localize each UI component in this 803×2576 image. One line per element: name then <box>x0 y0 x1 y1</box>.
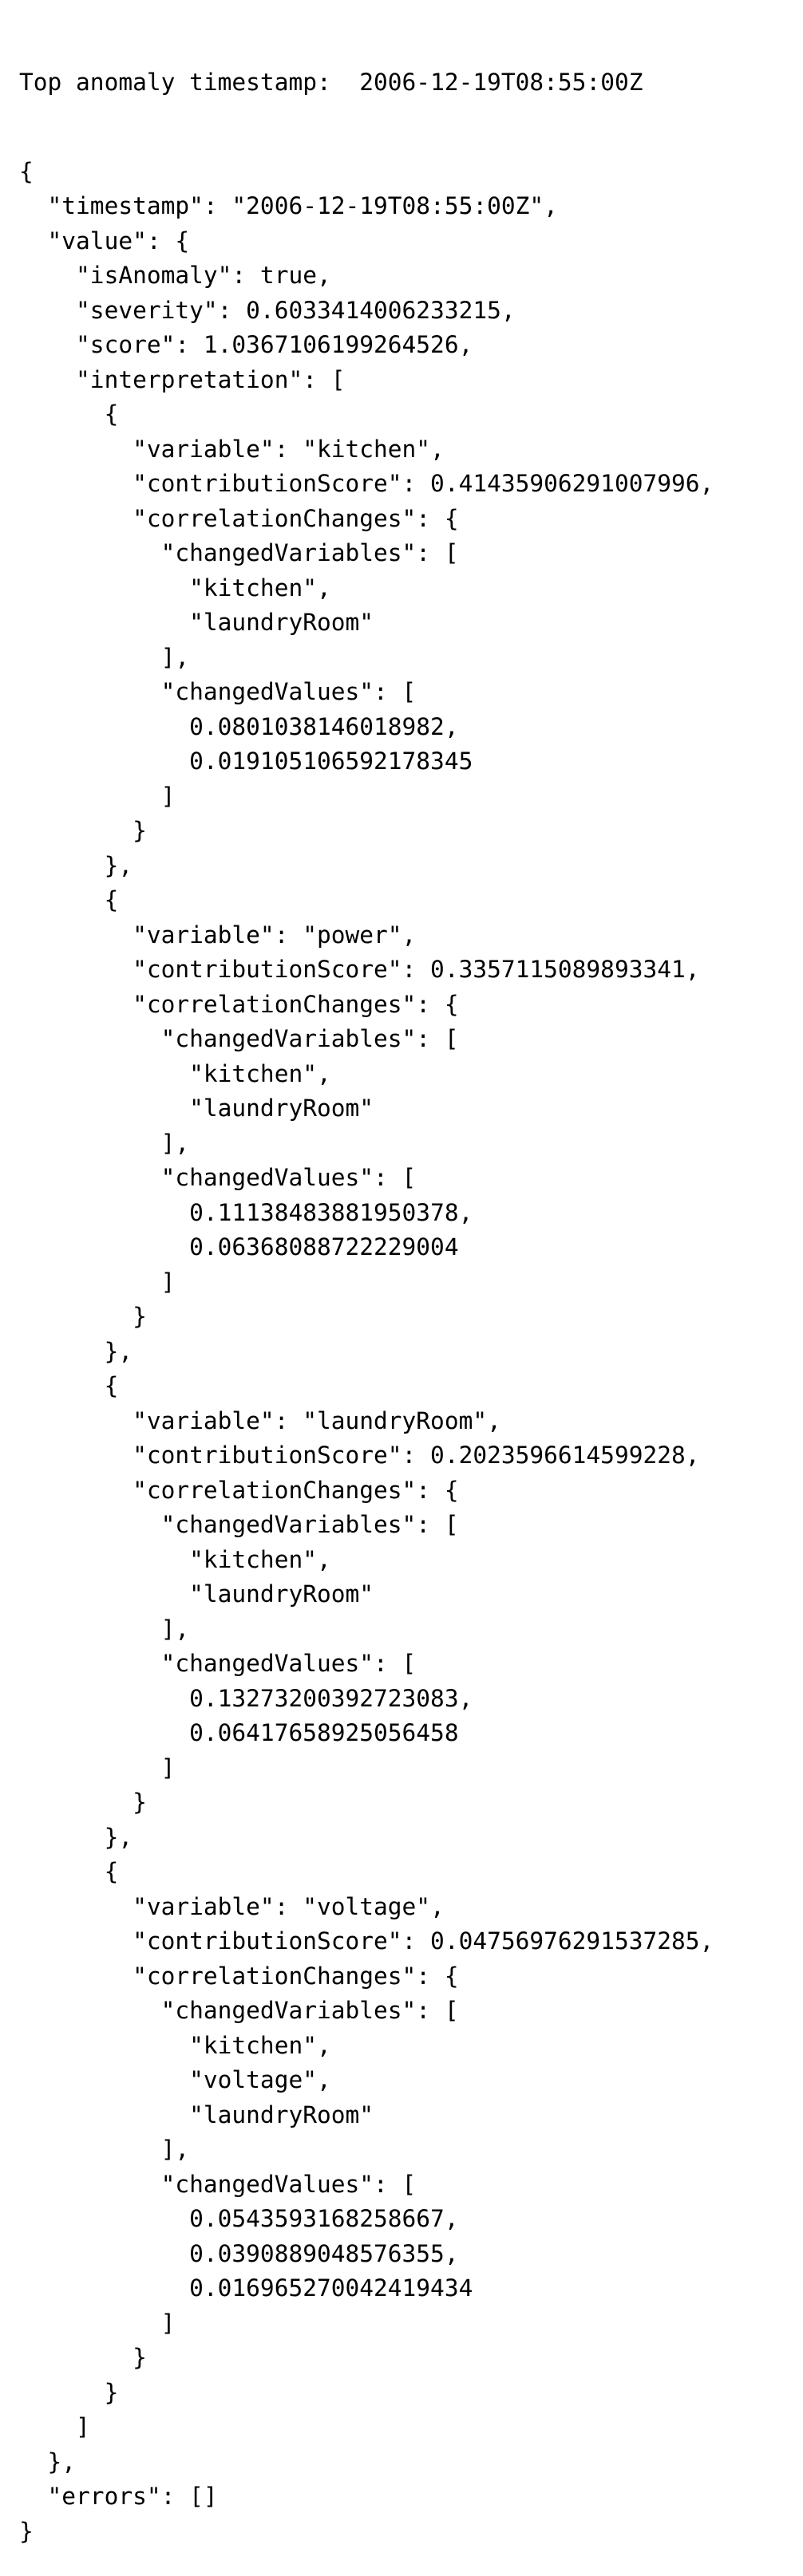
json-output-line: "contributionScore": 0.04756976291537285… <box>19 1927 714 1955</box>
json-output-line: "laundryRoom" <box>19 609 374 636</box>
json-output-line: } <box>19 1303 147 1330</box>
json-output-line: } <box>19 2517 34 2545</box>
json-output-line: "contributionScore": 0.3357115089893341, <box>19 956 700 983</box>
anomaly-header-label: Top anomaly timestamp: <box>19 69 331 96</box>
json-output-line: "changedValues": [ <box>19 1164 417 1191</box>
json-output-line: { <box>19 1858 119 1885</box>
json-output-line: "changedVariables": [ <box>19 1997 459 2024</box>
json-output-line: "changedVariables": [ <box>19 539 459 566</box>
json-output-line: } <box>19 2344 147 2371</box>
json-output-line: "correlationChanges": { <box>19 1476 459 1504</box>
json-output-line: ] <box>19 2413 90 2440</box>
json-output-line: ], <box>19 2136 190 2163</box>
json-output-line: }, <box>19 851 133 879</box>
json-output-line: "changedVariables": [ <box>19 1511 459 1538</box>
anomaly-header-timestamp: 2006-12-19T08:55:00Z <box>359 69 643 96</box>
json-output-line: "changedValues": [ <box>19 2170 417 2198</box>
json-output-line: "severity": 0.6033414006233215, <box>19 296 516 324</box>
json-output-line: ] <box>19 1268 176 1296</box>
json-output-line: }, <box>19 1823 133 1851</box>
json-output-line: "kitchen", <box>19 1545 331 1573</box>
json-output-line: "interpretation": [ <box>19 365 346 393</box>
json-output-line: "changedValues": [ <box>19 678 417 705</box>
json-output-line: "laundryRoom" <box>19 1580 374 1608</box>
json-output-line: "contributionScore": 0.2023596614599228, <box>19 1442 700 1469</box>
json-output-line: "variable": "power", <box>19 921 417 949</box>
json-output-line: "errors": [] <box>19 2483 218 2510</box>
json-output-line: "isAnomaly": true, <box>19 262 331 289</box>
json-output-line: "laundryRoom" <box>19 2101 374 2128</box>
json-output-line: "score": 1.0367106199264526, <box>19 331 473 358</box>
json-output-line: ] <box>19 2309 176 2337</box>
json-output-line: "correlationChanges": { <box>19 504 459 532</box>
json-output-line: "voltage", <box>19 2066 331 2093</box>
json-output-line: "kitchen", <box>19 1059 331 1087</box>
json-output-line: "changedValues": [ <box>19 1650 417 1677</box>
json-output-line: } <box>19 2378 119 2406</box>
json-output-line: ], <box>19 1129 190 1157</box>
json-output-line: { <box>19 886 119 913</box>
json-output-line: }, <box>19 2448 77 2475</box>
json-output-line: "laundryRoom" <box>19 1095 374 1122</box>
json-output-line: ] <box>19 782 176 810</box>
console-output: Top anomaly timestamp: 2006-12-19T08:55:… <box>19 11 793 2576</box>
json-output-line: "changedVariables": [ <box>19 1025 459 1052</box>
json-output-line: ], <box>19 643 190 671</box>
json-output-line: "value": { <box>19 227 190 254</box>
json-output-line: 0.0390889048576355, <box>19 2239 459 2267</box>
json-output-line: } <box>19 1789 147 1816</box>
json-output-line: { <box>19 1372 119 1399</box>
json-output-line: 0.019105106592178345 <box>19 748 473 775</box>
json-output-line: "variable": "voltage", <box>19 1892 445 1920</box>
json-output-line: 0.0801038146018982, <box>19 712 459 740</box>
json-output-line: "variable": "laundryRoom", <box>19 1406 501 1434</box>
json-output-line: "kitchen", <box>19 2031 331 2059</box>
anomaly-header-line: Top anomaly timestamp: 2006-12-19T08:55:… <box>19 65 793 101</box>
json-output-line: ] <box>19 1753 176 1781</box>
json-output-line: { <box>19 157 34 185</box>
json-output-line: "contributionScore": 0.41435906291007996… <box>19 470 714 497</box>
json-output-line: { <box>19 400 119 428</box>
json-output-line: 0.13273200392723083, <box>19 1684 473 1712</box>
json-output-line: 0.06417658925056458 <box>19 1719 459 1746</box>
json-output-line: 0.016965270042419434 <box>19 2274 473 2302</box>
json-output-line: ], <box>19 1615 190 1643</box>
json-output-line: }, <box>19 1337 133 1365</box>
json-output-line: "correlationChanges": { <box>19 1962 459 1990</box>
json-output-line: "kitchen", <box>19 574 331 602</box>
json-output-line: "variable": "kitchen", <box>19 435 445 463</box>
json-output-line: "correlationChanges": { <box>19 990 459 1018</box>
json-output-line: } <box>19 817 147 844</box>
json-output-block: { "timestamp": "2006-12-19T08:55:00Z", "… <box>19 155 793 2550</box>
json-output-line: 0.0543593168258667, <box>19 2205 459 2232</box>
json-output-line: "timestamp": "2006-12-19T08:55:00Z", <box>19 192 558 219</box>
json-output-line: 0.06368088722229004 <box>19 1233 459 1260</box>
json-output-line: 0.11138483881950378, <box>19 1198 473 1226</box>
